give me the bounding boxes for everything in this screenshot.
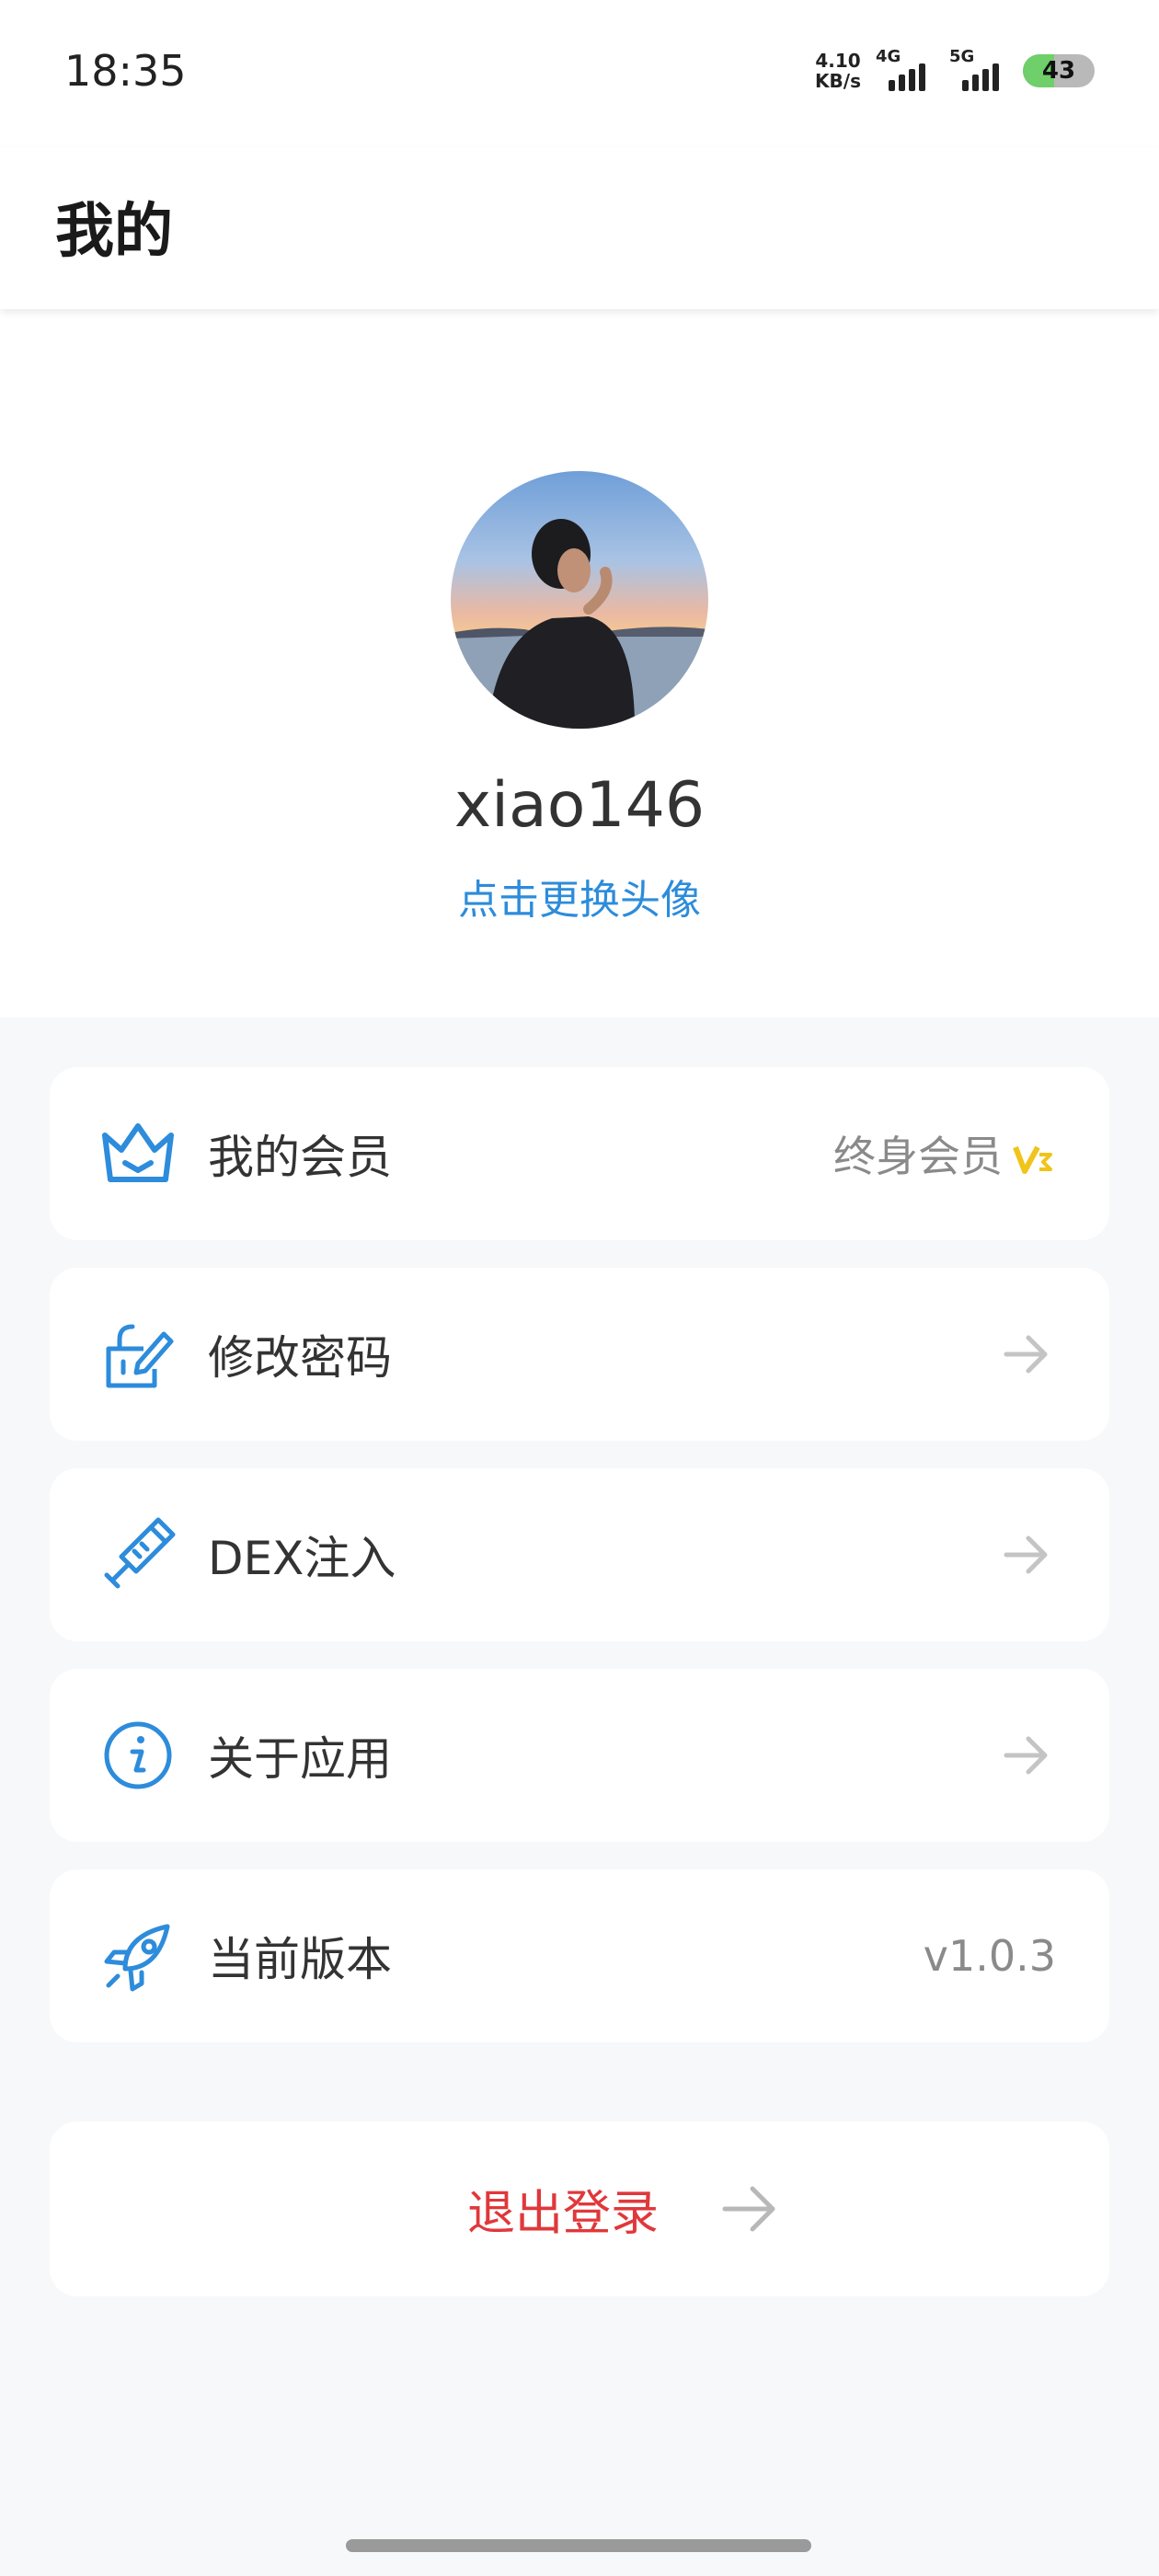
header: 我的: [0, 147, 1159, 309]
menu-item-change-password[interactable]: 修改密码: [50, 1268, 1109, 1441]
menu-item-label: DEX注入: [208, 1532, 396, 1585]
arrow-right-icon: [722, 2186, 775, 2232]
battery-icon: 43: [1023, 54, 1095, 87]
sim1-signal-icon: 4G: [876, 47, 935, 91]
sim1-label: 4G: [876, 47, 901, 66]
version-value: v1.0.3: [923, 1931, 1056, 1981]
battery-level: 43: [1041, 57, 1076, 85]
membership-status: 终身会员: [833, 1123, 1056, 1184]
menu-item-label: 我的会员: [208, 1131, 392, 1184]
menu-item-label: 关于应用: [208, 1732, 392, 1786]
avatar[interactable]: [451, 471, 708, 729]
rocket-icon: [104, 1924, 170, 1992]
crown-icon: [102, 1123, 174, 1182]
arrow-right-icon: [1004, 1335, 1048, 1374]
change-avatar-link[interactable]: 点击更换头像: [0, 867, 1159, 926]
sim2-signal-icon: 5G: [949, 47, 1008, 91]
profile-section: xiao146 点击更换头像: [0, 309, 1159, 1018]
status-indicators: 4.10 KB/s 4G 5G 43: [815, 47, 1095, 94]
status-bar: 18:35 4.10 KB/s 4G 5G 43: [0, 0, 1159, 147]
status-time: 18:35: [64, 46, 187, 96]
network-speed-value: 4.10: [815, 50, 861, 72]
home-indicator[interactable]: [346, 2539, 811, 2552]
menu-item-membership[interactable]: 我的会员 终身会员: [50, 1067, 1109, 1240]
arrow-right-icon: [1004, 1736, 1048, 1775]
membership-status-text: 终身会员: [833, 1132, 1003, 1181]
menu-item-dex-inject[interactable]: DEX注入: [50, 1468, 1109, 1641]
page-title: 我的: [55, 198, 173, 266]
logout-button[interactable]: 退出登录: [50, 2122, 1109, 2296]
logout-label: 退出登录: [467, 2186, 660, 2242]
username: xiao146: [453, 769, 706, 842]
network-speed: 4.10 KB/s: [815, 51, 861, 91]
edit-lock-icon: [106, 1324, 174, 1388]
arrow-right-icon: [1004, 1535, 1048, 1574]
info-icon: [104, 1721, 172, 1789]
menu-item-about[interactable]: 关于应用: [50, 1669, 1109, 1842]
network-speed-unit: KB/s: [815, 70, 861, 92]
syringe-icon: [104, 1517, 176, 1589]
avatar-image: [451, 471, 708, 729]
menu-item-label: 当前版本: [208, 1933, 392, 1986]
vip-badge-icon: [1013, 1145, 1052, 1174]
sim2-label: 5G: [949, 47, 975, 66]
menu-item-version[interactable]: 当前版本 v1.0.3: [50, 1869, 1109, 2042]
menu-item-label: 修改密码: [208, 1331, 392, 1385]
